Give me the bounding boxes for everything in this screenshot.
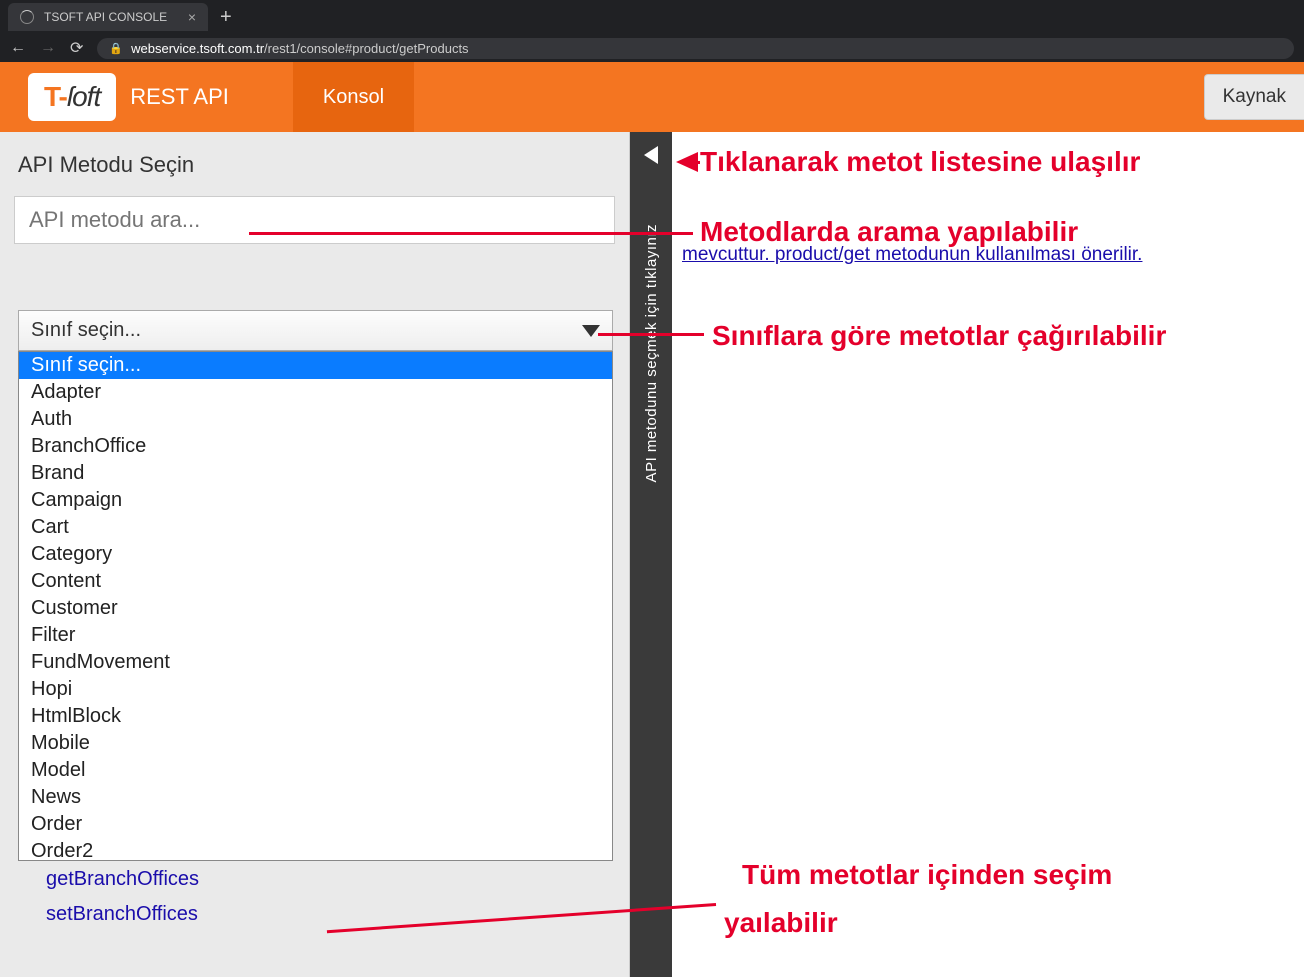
dropdown-option[interactable]: Cart — [19, 514, 612, 541]
back-button[interactable]: ← — [10, 39, 26, 57]
nav-button-kaynak[interactable]: Kaynak — [1204, 74, 1304, 120]
annotation-4-line1: Tüm metotlar içinden seçim — [742, 858, 1112, 892]
content-area: mevcuttur. product/get metodunun kullanı… — [672, 132, 1304, 977]
collapse-arrow-icon — [644, 146, 658, 164]
annotation-arrow-icon — [676, 152, 698, 172]
logo-prefix: T- — [44, 81, 67, 112]
logo-suffix: ſoft — [67, 81, 100, 112]
dropdown-selected-label: Sınıf seçin... — [31, 319, 141, 342]
address-bar-row: ← → ⟳ 🔒 webservice.tsoft.com.tr/rest1/co… — [0, 34, 1304, 62]
url-domain: webservice.tsoft.com.tr — [131, 41, 264, 56]
dropdown-option[interactable]: Content — [19, 568, 612, 595]
class-dropdown: Sınıf seçin... Sınıf seçin...AdapterAuth… — [18, 310, 613, 861]
forward-button[interactable]: → — [40, 39, 56, 57]
tab-close-icon[interactable]: × — [188, 9, 196, 25]
dropdown-option[interactable]: HtmlBlock — [19, 703, 612, 730]
logo[interactable]: T-ſoft — [28, 73, 116, 121]
lock-icon: 🔒 — [109, 42, 123, 55]
annotation-4-line2: yaılabilir — [724, 906, 838, 940]
annotation-2: Metodlarda arama yapılabilir — [700, 215, 1078, 249]
dropdown-option[interactable]: Hopi — [19, 676, 612, 703]
browser-chrome: TSOFT API CONSOLE × + ← → ⟳ 🔒 webservice… — [0, 0, 1304, 62]
dropdown-option[interactable]: Campaign — [19, 487, 612, 514]
search-input[interactable] — [14, 196, 615, 244]
browser-tab[interactable]: TSOFT API CONSOLE × — [8, 3, 208, 31]
sidebar-title: API Metodu Seçin — [18, 152, 615, 178]
dropdown-option[interactable]: Model — [19, 757, 612, 784]
brand-subtitle: REST API — [130, 84, 229, 110]
dropdown-option[interactable]: Customer — [19, 595, 612, 622]
dropdown-option[interactable]: Category — [19, 541, 612, 568]
tab-favicon — [20, 10, 34, 24]
app-header: T-ſoft REST API Konsol Kaynak — [0, 62, 1304, 132]
tab-bar: TSOFT API CONSOLE × + — [0, 0, 1304, 34]
collapse-vertical-text: API metodunu seçmek için tıklayınız — [643, 224, 660, 482]
url-path: /rest1/console#product/getProducts — [264, 41, 469, 56]
dropdown-option[interactable]: BranchOffice — [19, 433, 612, 460]
collapse-strip[interactable]: API metodunu seçmek için tıklayınız — [630, 132, 672, 977]
annotation-line-3 — [598, 333, 704, 336]
dropdown-option[interactable]: Adapter — [19, 379, 612, 406]
url-text: webservice.tsoft.com.tr/rest1/console#pr… — [131, 41, 468, 56]
dropdown-option[interactable]: Sınıf seçin... — [19, 352, 612, 379]
class-dropdown-toggle[interactable]: Sınıf seçin... — [18, 310, 613, 351]
method-link[interactable]: getBranchOffices — [18, 862, 613, 897]
reload-button[interactable]: ⟳ — [70, 38, 83, 58]
annotation-3: Sınıflara göre metotlar çağırılabilir — [712, 319, 1166, 353]
annotation-1: Tıklanarak metot listesine ulaşılır — [700, 145, 1140, 179]
new-tab-button[interactable]: + — [208, 6, 244, 29]
dropdown-option[interactable]: Filter — [19, 622, 612, 649]
dropdown-option[interactable]: FundMovement — [19, 649, 612, 676]
url-bar[interactable]: 🔒 webservice.tsoft.com.tr/rest1/console#… — [97, 38, 1294, 59]
annotation-arrow-tail — [696, 161, 700, 164]
dropdown-option[interactable]: Mobile — [19, 730, 612, 757]
dropdown-option[interactable]: News — [19, 784, 612, 811]
dropdown-option[interactable]: Brand — [19, 460, 612, 487]
tab-title: TSOFT API CONSOLE — [44, 10, 167, 24]
method-link[interactable]: setBranchOffices — [18, 897, 613, 932]
nav-tab-konsol[interactable]: Konsol — [293, 62, 414, 132]
method-links: getBranchOfficessetBranchOffices — [18, 862, 613, 932]
dropdown-option[interactable]: Order — [19, 811, 612, 838]
class-dropdown-list[interactable]: Sınıf seçin...AdapterAuthBranchOfficeBra… — [18, 351, 613, 861]
dropdown-option[interactable]: Order2 — [19, 838, 612, 861]
dropdown-option[interactable]: Auth — [19, 406, 612, 433]
annotation-line-2 — [249, 232, 693, 235]
